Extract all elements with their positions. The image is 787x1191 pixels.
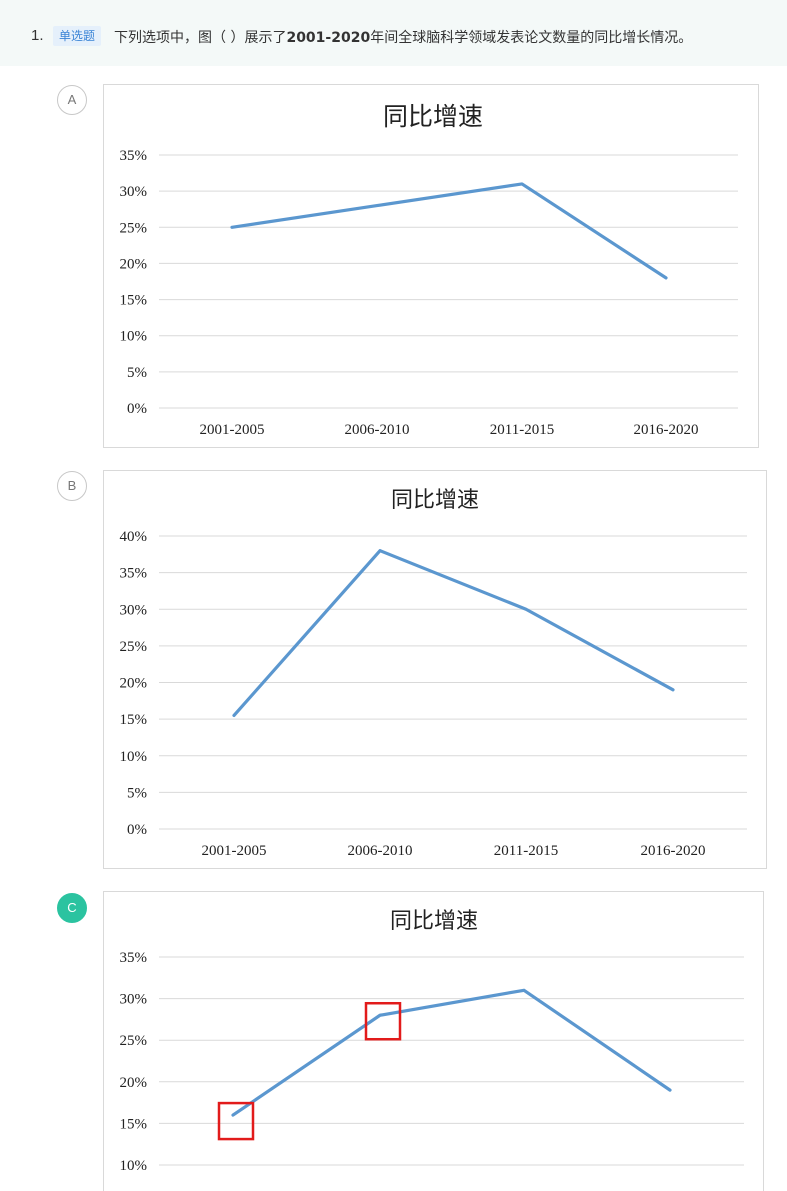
y-tick-label: 25% xyxy=(120,639,148,655)
y-tick-label: 0% xyxy=(127,822,147,838)
y-tick-label: 0% xyxy=(127,401,147,417)
y-tick-label: 35% xyxy=(120,148,148,164)
y-tick-label: 40% xyxy=(120,529,148,545)
x-tick-label: 2011-2015 xyxy=(490,422,554,438)
x-tick-label: 2016-2020 xyxy=(634,422,699,438)
question-number: 1. xyxy=(31,27,44,44)
chart-title: 同比增速 xyxy=(391,488,479,513)
y-tick-label: 10% xyxy=(120,329,148,345)
y-tick-label: 20% xyxy=(120,1075,148,1091)
x-tick-label: 2016-2020 xyxy=(641,843,706,859)
y-tick-label: 20% xyxy=(120,676,148,692)
series-line xyxy=(234,551,673,716)
chart-title: 同比增速 xyxy=(383,102,483,131)
y-tick-label: 35% xyxy=(120,950,148,966)
y-tick-label: 25% xyxy=(120,220,148,236)
x-tick-label: 2006-2010 xyxy=(345,422,410,438)
y-tick-label: 30% xyxy=(120,184,148,200)
y-tick-label: 10% xyxy=(120,749,148,765)
option-b-badge[interactable]: B xyxy=(57,471,87,501)
highlight-box xyxy=(219,1103,253,1139)
question-text: 下列选项中，图（ ）展示了2001-2020年间全球脑科学领域发表论文数量的同比… xyxy=(114,27,692,47)
y-tick-label: 30% xyxy=(120,992,148,1008)
line-chart-c: 同比增速 10% 15% 20% 25% 30% 35% xyxy=(104,892,764,1182)
option-c-badge[interactable]: C xyxy=(57,893,87,923)
y-tick-label: 5% xyxy=(127,785,147,801)
y-tick-label: 25% xyxy=(120,1033,148,1049)
x-tick-label: 2001-2005 xyxy=(202,843,267,859)
y-tick-label: 15% xyxy=(120,712,148,728)
x-tick-label: 2011-2015 xyxy=(494,843,558,859)
x-tick-label: 2006-2010 xyxy=(348,843,413,859)
option-c-chart[interactable]: 同比增速 10% 15% 20% 25% 30% 35% xyxy=(103,891,764,1191)
y-tick-label: 5% xyxy=(127,365,147,381)
y-tick-label: 20% xyxy=(120,256,148,272)
y-tick-label: 10% xyxy=(120,1158,148,1174)
option-b-chart[interactable]: 同比增速 0% 5% 10% 15% 20% 25% 30% 35% 40% 2001-2005 20… xyxy=(103,470,767,869)
chart-title: 同比增速 xyxy=(390,909,478,934)
y-tick-label: 35% xyxy=(120,566,148,582)
line-chart-b: 同比增速 0% 5% 10% 15% 20% 25% 30% 35% 40% 2001-2005 20… xyxy=(104,471,767,869)
series-line xyxy=(233,990,670,1115)
y-tick-label: 15% xyxy=(120,1116,148,1132)
y-tick-label: 30% xyxy=(120,602,148,618)
question-header: 1. 单选题 下列选项中，图（ ）展示了2001-2020年间全球脑科学领域发表… xyxy=(0,0,787,66)
y-tick-label: 15% xyxy=(120,293,148,309)
question-type-badge: 单选题 xyxy=(53,26,101,46)
option-a-chart[interactable]: 同比增速 0% 5% 10% 15% 20% 25% 30% 35% 2001-2005 2006-… xyxy=(103,84,759,448)
x-tick-label: 2001-2005 xyxy=(200,422,265,438)
option-a-badge[interactable]: A xyxy=(57,85,87,115)
line-chart-a: 同比增速 0% 5% 10% 15% 20% 25% 30% 35% 2001-2005 2006-… xyxy=(104,85,759,448)
